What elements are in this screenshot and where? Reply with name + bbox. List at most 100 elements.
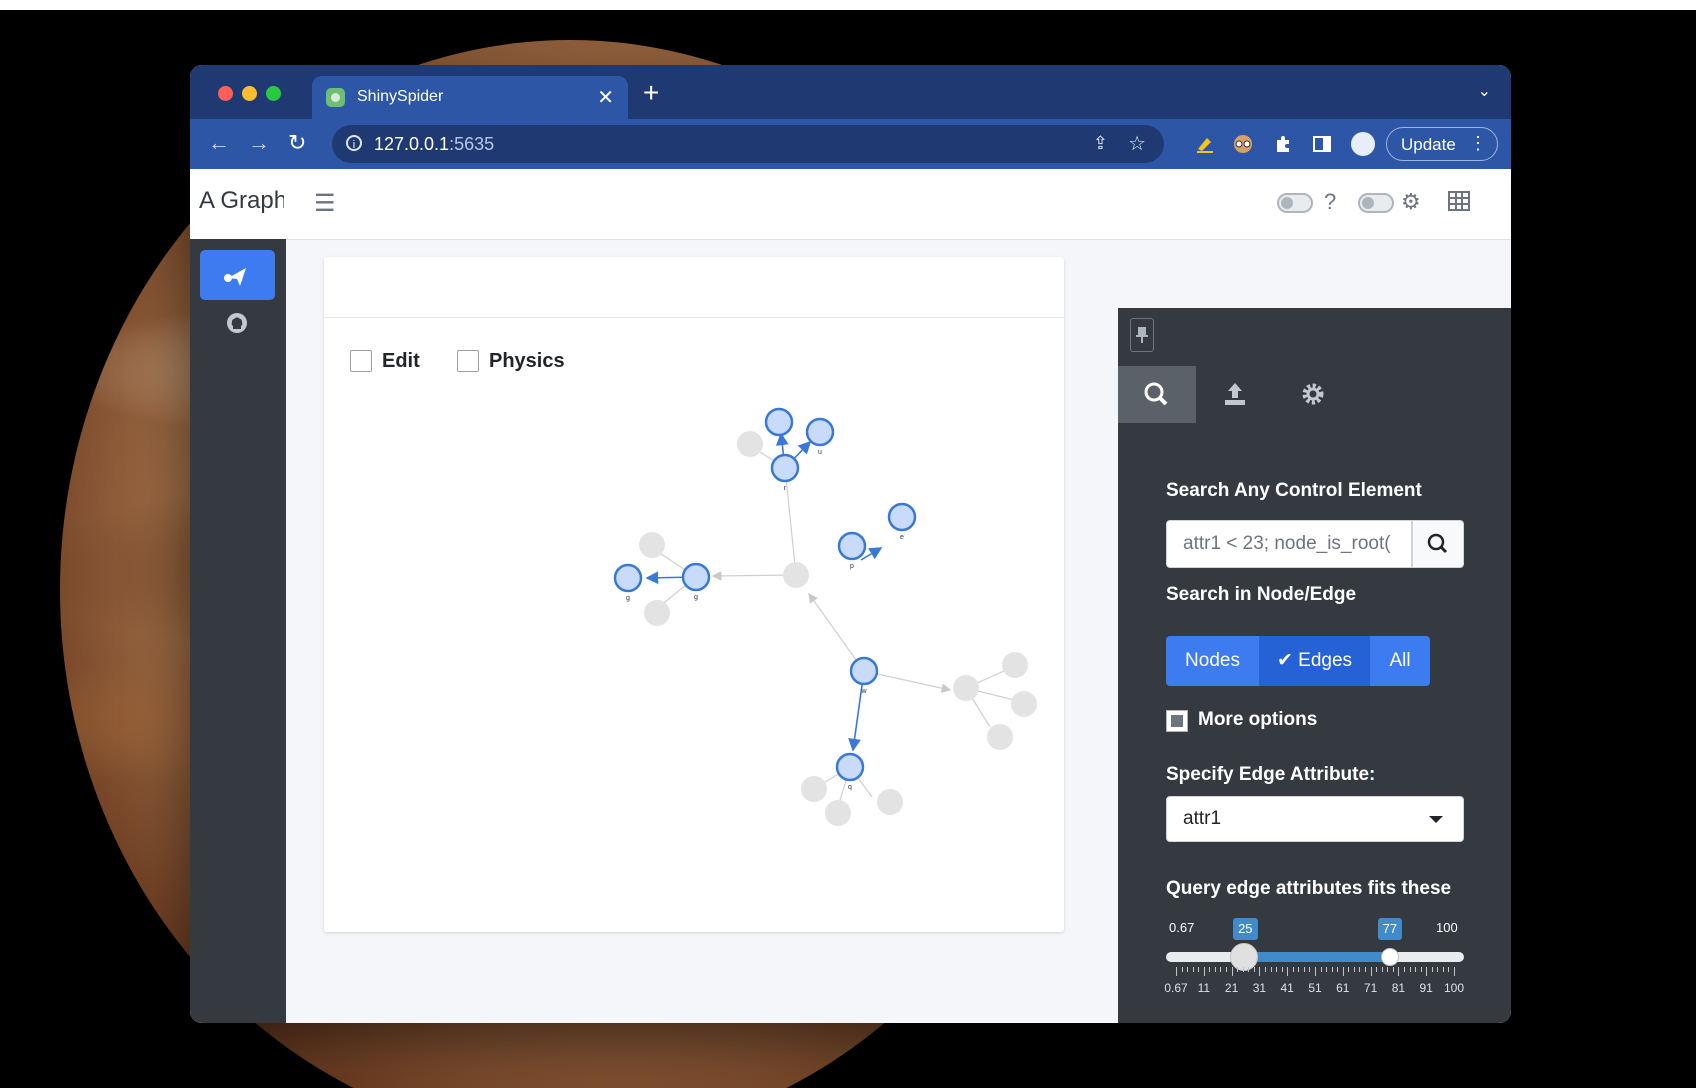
slider-minor-tick bbox=[1365, 967, 1367, 972]
app-sidebar bbox=[190, 239, 286, 1023]
hamburger-menu-icon[interactable]: ☰ bbox=[314, 189, 336, 218]
graph-node[interactable] bbox=[1002, 652, 1028, 678]
pin-sidebar-button[interactable] bbox=[1130, 318, 1154, 352]
slider-minor-tick bbox=[1348, 967, 1350, 972]
tab-settings[interactable] bbox=[1274, 366, 1352, 423]
graph-node[interactable] bbox=[737, 431, 763, 457]
slider-minor-tick bbox=[1431, 967, 1433, 972]
slider-high-value: 77 bbox=[1377, 918, 1403, 940]
slider-minor-tick bbox=[1181, 967, 1183, 972]
graph-node[interactable] bbox=[801, 776, 827, 802]
help-question-icon[interactable]: ? bbox=[1324, 189, 1336, 215]
slider-minor-tick bbox=[1253, 967, 1255, 972]
slider-minor-tick bbox=[1264, 967, 1266, 972]
graph-node[interactable] bbox=[783, 562, 809, 588]
site-info-icon[interactable]: i bbox=[346, 135, 362, 151]
node-label: p bbox=[850, 563, 854, 570]
slider-tick-mark bbox=[1398, 967, 1400, 976]
graph-node-selected[interactable] bbox=[613, 563, 643, 593]
graph-node-selected[interactable] bbox=[849, 656, 879, 686]
more-options-checkbox[interactable] bbox=[1166, 710, 1188, 732]
graph-edge[interactable] bbox=[784, 467, 797, 576]
browser-toolbar: ← → ↻ i 127.0.0.1:5635 ⇪ ☆ Update ⋮ bbox=[190, 119, 1511, 169]
slider-minor-tick bbox=[1303, 967, 1305, 972]
slider-minor-tick bbox=[1309, 967, 1311, 972]
slider-tick-label: 51 bbox=[1308, 981, 1322, 995]
edge-attribute-value: attr1 bbox=[1183, 808, 1222, 829]
tab-search[interactable] bbox=[1118, 366, 1196, 423]
address-bar[interactable]: i 127.0.0.1:5635 ⇪ ☆ bbox=[332, 125, 1164, 163]
control-sidebar: Search Any Control Element attr1 < 23; n… bbox=[1118, 308, 1511, 1023]
profile-avatar[interactable] bbox=[1351, 132, 1375, 156]
graph-node-selected[interactable] bbox=[770, 453, 800, 483]
more-menu-icon[interactable]: ⋮ bbox=[1469, 133, 1487, 154]
side-panel-icon[interactable] bbox=[1312, 134, 1332, 154]
graph-node[interactable] bbox=[1011, 691, 1037, 717]
segment-all-button[interactable]: All bbox=[1370, 636, 1430, 686]
search-zoom-icon bbox=[1144, 382, 1168, 406]
help-toggle[interactable] bbox=[1277, 193, 1313, 213]
slider-tick-label: 81 bbox=[1391, 981, 1406, 995]
share-icon[interactable]: ⇪ bbox=[1093, 133, 1108, 154]
network-graph[interactable]: r u p e g g w q bbox=[324, 257, 1064, 932]
graph-node-selected[interactable] bbox=[837, 531, 867, 561]
slider-min-label: 0.67 bbox=[1169, 920, 1195, 935]
segment-nodes-button[interactable]: Nodes bbox=[1166, 636, 1259, 686]
range-slider-high-handle[interactable] bbox=[1380, 948, 1399, 966]
extensions-puzzle-icon[interactable] bbox=[1273, 134, 1293, 154]
segment-edges-button[interactable]: ✔ Edges bbox=[1259, 636, 1370, 686]
slider-minor-tick bbox=[1337, 967, 1339, 972]
slider-minor-tick bbox=[1320, 967, 1322, 972]
sidebar-item-github[interactable] bbox=[226, 312, 248, 334]
slider-minor-tick bbox=[1270, 967, 1272, 972]
cog-icon bbox=[1302, 383, 1324, 405]
bookmark-star-icon[interactable]: ☆ bbox=[1128, 131, 1146, 156]
reload-icon[interactable]: ↻ bbox=[288, 130, 306, 156]
theme-toggle[interactable] bbox=[1358, 193, 1394, 213]
brand-title: A Graph bbox=[199, 187, 284, 214]
graph-node[interactable] bbox=[644, 600, 670, 626]
close-window-button[interactable] bbox=[218, 86, 233, 101]
tab-search-chevron-icon[interactable]: ⌄ bbox=[1478, 81, 1491, 101]
maximize-window-button[interactable] bbox=[266, 86, 281, 101]
slider-max-label: 100 bbox=[1436, 920, 1458, 935]
edge-attribute-select[interactable]: attr1 bbox=[1166, 796, 1464, 842]
search-button[interactable] bbox=[1412, 520, 1464, 568]
sidebar-item-graph[interactable] bbox=[200, 250, 275, 300]
graph-node-selected[interactable] bbox=[835, 752, 865, 782]
slider-minor-tick bbox=[1248, 967, 1250, 972]
slider-tick-mark bbox=[1259, 967, 1261, 976]
new-tab-button[interactable]: + bbox=[643, 77, 659, 109]
graph-node[interactable] bbox=[953, 675, 979, 701]
graph-node-selected[interactable] bbox=[805, 417, 835, 447]
slider-tick-mark bbox=[1203, 967, 1205, 976]
minimize-window-button[interactable] bbox=[242, 86, 257, 101]
graph-edges bbox=[645, 432, 1023, 808]
upload-icon bbox=[1225, 383, 1245, 405]
graph-node[interactable] bbox=[987, 724, 1013, 750]
browser-tab[interactable]: ShinySpider ✕ bbox=[312, 76, 628, 119]
search-control-input[interactable]: attr1 < 23; node_is_root( bbox=[1166, 520, 1412, 568]
update-button[interactable]: Update ⋮ bbox=[1386, 127, 1498, 161]
graph-node-selected[interactable] bbox=[764, 407, 794, 437]
forward-arrow-icon[interactable]: → bbox=[248, 130, 270, 156]
slider-tick-mark bbox=[1426, 967, 1428, 976]
tab-upload[interactable] bbox=[1196, 366, 1274, 423]
close-tab-icon[interactable]: ✕ bbox=[597, 85, 614, 110]
graph-node-selected[interactable] bbox=[887, 502, 917, 532]
slider-minor-tick bbox=[1214, 967, 1216, 972]
node-label: q bbox=[848, 784, 852, 791]
graph-node[interactable] bbox=[825, 800, 851, 826]
settings-gear-icon[interactable]: ⚙ bbox=[1401, 189, 1421, 215]
graph-node-selected[interactable] bbox=[681, 562, 711, 592]
share-nodes-icon bbox=[224, 268, 246, 286]
app-root: A Graph ☰ ? ⚙ Edit Physics r u p e g g w… bbox=[190, 169, 1511, 1023]
highlighter-extension-icon[interactable] bbox=[1195, 134, 1215, 154]
back-arrow-icon[interactable]: ← bbox=[208, 130, 230, 156]
glasses-extension-icon[interactable] bbox=[1233, 134, 1253, 154]
grid-table-icon[interactable] bbox=[1448, 191, 1470, 217]
app-header: A Graph ☰ ? ⚙ bbox=[190, 169, 1511, 240]
graph-node[interactable] bbox=[877, 789, 903, 815]
slider-tick-label: 21 bbox=[1224, 981, 1239, 995]
graph-node[interactable] bbox=[639, 532, 665, 558]
